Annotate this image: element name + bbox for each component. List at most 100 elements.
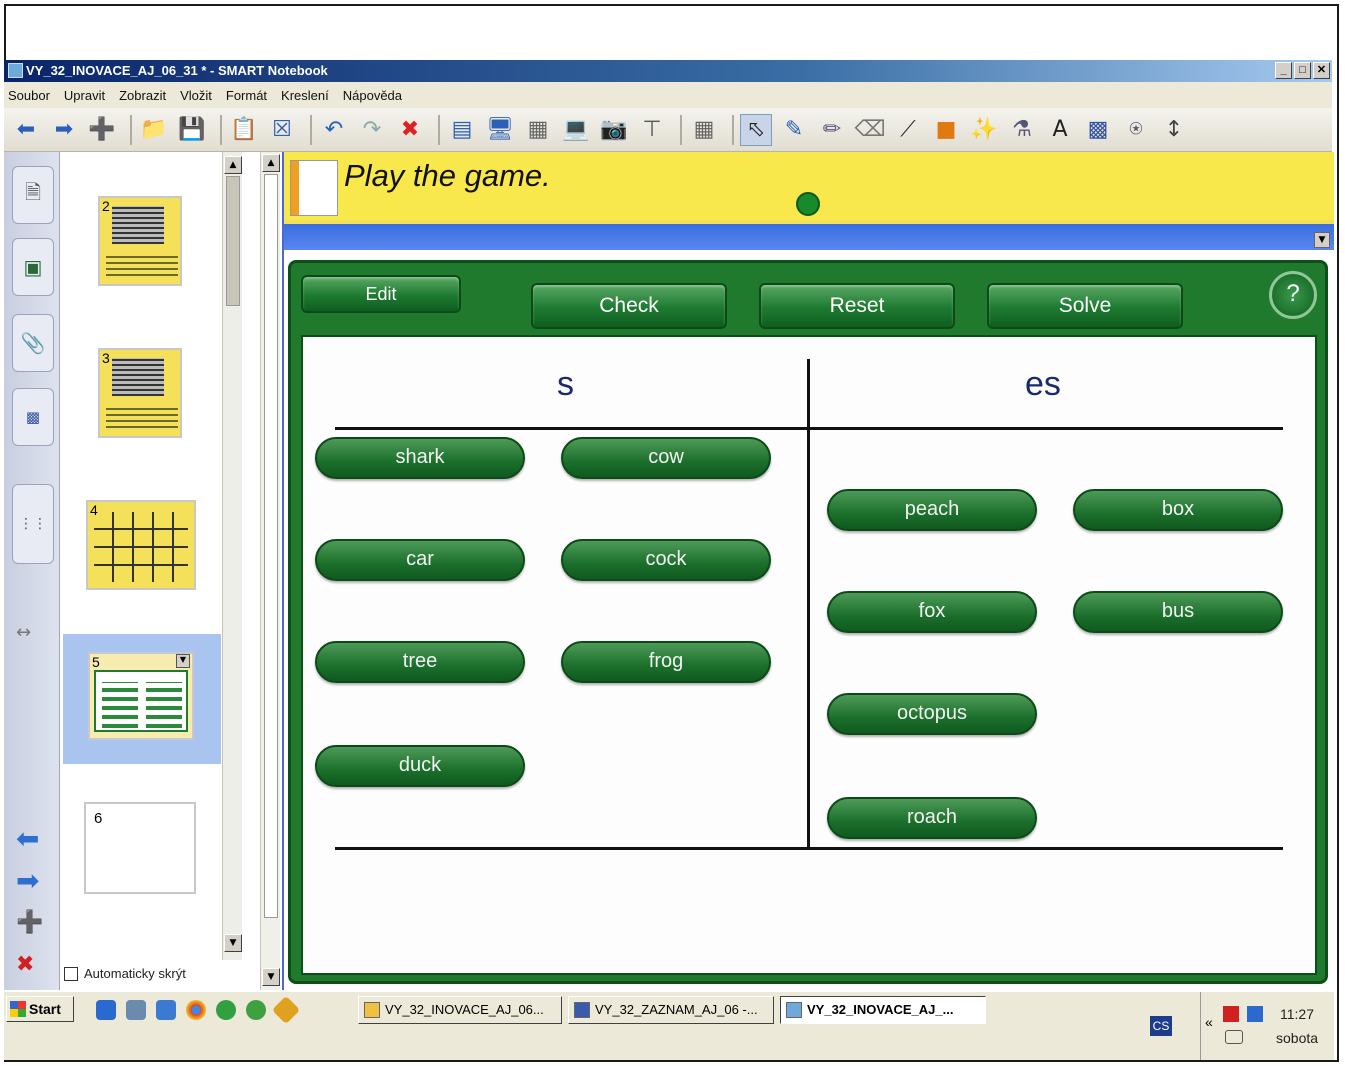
pen-icon[interactable]: ✎ [778,114,810,146]
word-card[interactable]: bus [1073,591,1283,633]
paste-icon[interactable]: 📋 [228,114,260,146]
magic-pen-icon[interactable]: ✨ [968,114,1000,146]
media-player-icon[interactable] [216,1000,236,1020]
delete-page-icon[interactable]: ☒ [266,114,298,146]
previous-page-arrow-icon[interactable]: ⬅ [16,822,39,855]
update-icon[interactable] [1247,1006,1263,1022]
documents-icon[interactable] [126,1000,146,1020]
diamond-app-icon[interactable] [271,995,301,1025]
slide-title[interactable]: Play the game. [344,158,551,194]
add-page-icon[interactable]: ➕ [86,114,118,146]
taskbar-item-word[interactable]: VY_32_ZAZNAM_AJ_06 -... [568,996,774,1024]
minimize-button[interactable]: _ [1275,62,1292,79]
word-card[interactable]: cock [561,539,771,581]
page-thumbnail-3[interactable]: 3 [98,348,182,438]
more-icon[interactable]: ↕ [1158,114,1190,146]
sorter-scrollbar[interactable]: ▲ ▼ [222,152,242,960]
redo-icon[interactable]: ↷ [356,114,388,146]
word-card[interactable]: fox [827,591,1037,633]
scroll-down-icon[interactable]: ▼ [224,934,242,952]
workspace-scrollbar[interactable]: ▲ ▼ [260,152,280,990]
word-card[interactable]: peach [827,489,1037,531]
scroll-up-icon[interactable]: ▲ [262,154,280,172]
scroll-thumb[interactable] [226,176,240,306]
word-card[interactable]: frog [561,641,771,683]
app-quicklaunch-icon[interactable] [156,1000,176,1020]
thumbnail-menu-icon[interactable]: ▼ [176,654,190,668]
page-thumbnail-2[interactable]: 2 [98,196,182,286]
word-card[interactable]: box [1073,489,1283,531]
gallery-tab[interactable]: ▣ [12,238,54,296]
menu-napoveda[interactable]: Nápověda [343,88,402,103]
page-thumbnail-5[interactable]: 5 ▼ [88,652,194,740]
word-card[interactable]: car [315,539,525,581]
internet-explorer-icon[interactable] [96,1000,116,1020]
page-thumbnail-4[interactable]: 4 [86,500,196,590]
word-card[interactable]: duck [315,745,525,787]
capture-icon[interactable]: 📷 [598,114,630,146]
menu-zobrazit[interactable]: Zobrazit [119,88,166,103]
restore-button[interactable]: □ [1294,62,1311,79]
save-icon[interactable]: 💾 [176,114,208,146]
scroll-thumb[interactable] [264,174,278,918]
measure-icon[interactable]: ⍟ [1120,114,1152,146]
transparent-background-icon[interactable]: ▦ [522,114,554,146]
table-icon[interactable]: ▦ [688,114,720,146]
fill-icon[interactable]: ⚗ [1006,114,1038,146]
scroll-up-icon[interactable]: ▲ [224,156,242,174]
reset-button[interactable]: Reset [759,283,955,329]
forward-icon[interactable]: ➡ [48,114,80,146]
delete-page-icon[interactable]: ✖ [16,952,34,977]
language-indicator[interactable]: CS [1150,1016,1172,1036]
display-icon[interactable]: 💻 [560,114,592,146]
menu-soubor[interactable]: Soubor [8,88,50,103]
pdf-reader-icon[interactable] [1223,1006,1239,1022]
undo-icon[interactable]: ↶ [318,114,350,146]
swap-side-icon[interactable]: ↔ [16,622,31,643]
check-button[interactable]: Check [531,283,727,329]
menu-format[interactable]: Formát [226,88,267,103]
page-sorter-tab[interactable]: 🗎 [12,166,54,224]
delete-icon[interactable]: ✖ [394,114,426,146]
screen-shade-icon[interactable]: ▤ [446,114,478,146]
add-page-icon[interactable]: ➕ [16,910,43,935]
document-camera-icon[interactable]: ⊤ [636,114,668,146]
rotation-handle[interactable] [796,192,820,216]
menu-vlozit[interactable]: Vložit [180,88,212,103]
chrome-icon[interactable] [186,1000,206,1020]
open-icon[interactable]: 📁 [138,114,170,146]
menu-upravit[interactable]: Upravit [64,88,105,103]
addons-tab[interactable]: ⋮⋮ [12,484,54,564]
menu-kresleni[interactable]: Kreslení [281,88,329,103]
back-icon[interactable]: ⬅ [10,114,42,146]
word-card[interactable]: shark [315,437,525,479]
attachments-tab[interactable]: 📎 [12,314,54,372]
next-page-arrow-icon[interactable]: ➡ [16,864,39,897]
solve-button[interactable]: Solve [987,283,1183,329]
tray-expand-icon[interactable]: « [1205,1014,1213,1030]
scroll-down-icon[interactable]: ▼ [262,968,280,986]
word-card[interactable]: cow [561,437,771,479]
autohide-checkbox[interactable] [64,966,78,981]
network-icon[interactable] [1225,1030,1243,1044]
properties-icon[interactable]: ▩ [1082,114,1114,146]
edit-button[interactable]: Edit [301,275,461,313]
flower-app-icon[interactable] [246,1000,266,1020]
word-card[interactable]: roach [827,797,1037,839]
word-card[interactable]: octopus [827,693,1037,735]
line-icon[interactable]: ⟋ [892,114,924,146]
shapes-icon[interactable]: ■ [930,114,962,146]
word-card[interactable]: tree [315,641,525,683]
taskbar-item-smart-notebook[interactable]: VY_32_INOVACE_AJ_... [780,996,986,1024]
full-screen-icon[interactable]: 🖥 [484,114,516,146]
start-button[interactable]: Start [6,996,74,1022]
page-thumbnail-6[interactable]: 6 [84,802,196,894]
eraser-icon[interactable]: ⌫ [854,114,886,146]
properties-tab[interactable]: ▩ [12,388,54,446]
help-button[interactable]: ? [1269,271,1317,319]
text-icon[interactable]: A [1044,114,1076,146]
creative-pen-icon[interactable]: ✏ [816,114,848,146]
select-icon[interactable]: ⬁ [740,113,772,146]
autohide-option[interactable]: Automaticky skrýt [64,966,186,981]
taskbar-item-folder[interactable]: VY_32_INOVACE_AJ_06... [358,996,562,1024]
